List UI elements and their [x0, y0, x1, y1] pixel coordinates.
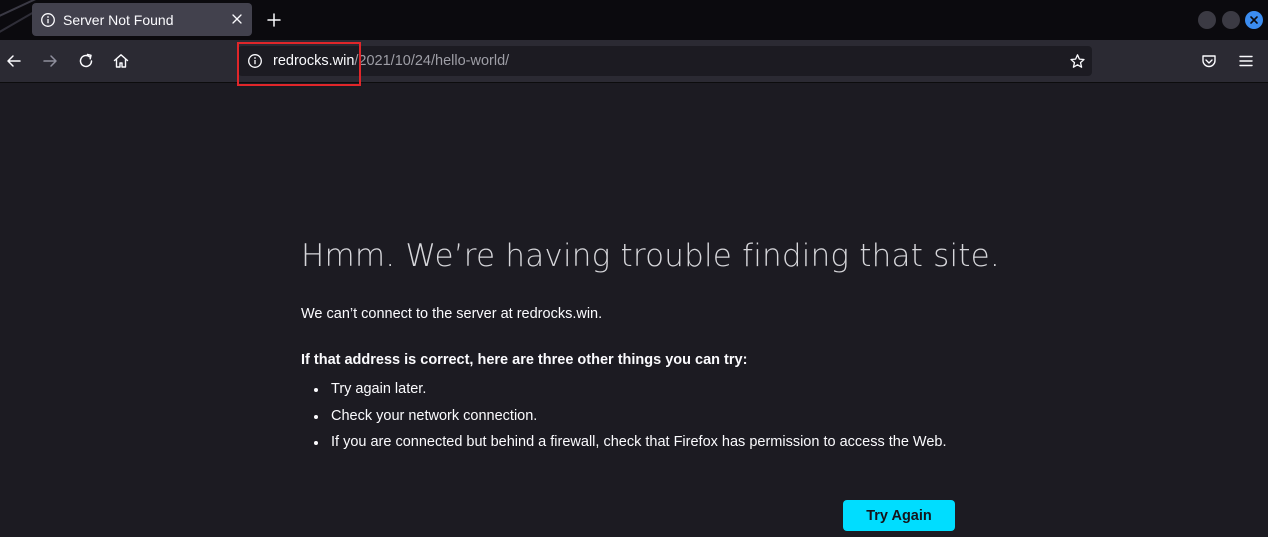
- hamburger-menu-icon[interactable]: [1237, 52, 1255, 70]
- arrow-left-icon[interactable]: [5, 52, 23, 70]
- page-title: Hmm. We’re having trouble finding that s…: [301, 238, 1000, 274]
- tab-title: Server Not Found: [63, 11, 174, 28]
- close-icon: [1250, 16, 1258, 24]
- window-close-button[interactable]: [1245, 11, 1263, 29]
- window-minimize-button[interactable]: [1198, 11, 1216, 29]
- arrow-right-icon[interactable]: [41, 52, 59, 70]
- error-page-content: Hmm. We’re having trouble finding that s…: [301, 238, 1001, 461]
- list-item: Check your network connection.: [314, 408, 1001, 435]
- active-tab[interactable]: Server Not Found: [32, 3, 252, 36]
- url-bar[interactable]: redrocks.win/2021/10/24/hello-world/: [238, 46, 1092, 76]
- try-again-button[interactable]: Try Again: [843, 500, 955, 531]
- plus-icon[interactable]: [265, 11, 283, 29]
- tab-strip: Server Not Found: [0, 0, 1268, 40]
- star-icon[interactable]: [1069, 53, 1086, 70]
- list-item: Try again later.: [314, 381, 1001, 408]
- list-item: If you are connected but behind a firewa…: [314, 434, 1001, 461]
- home-icon[interactable]: [112, 52, 130, 70]
- close-icon[interactable]: [230, 12, 244, 26]
- reload-icon[interactable]: [77, 52, 95, 70]
- error-description: We can’t connect to the server at redroc…: [301, 306, 603, 322]
- navigation-toolbar: redrocks.win/2021/10/24/hello-world/: [0, 40, 1268, 83]
- url-host: redrocks.win: [273, 53, 355, 69]
- url-path: /2021/10/24/hello-world/: [354, 53, 510, 69]
- info-icon[interactable]: [247, 53, 263, 69]
- suggestions-list: Try again later. Check your network conn…: [301, 381, 1001, 461]
- url-text[interactable]: redrocks.win/2021/10/24/hello-world/: [273, 53, 509, 69]
- suggestions-heading: If that address is correct, here are thr…: [301, 352, 748, 368]
- info-icon: [40, 12, 56, 28]
- pocket-icon[interactable]: [1200, 52, 1218, 70]
- window-maximize-button[interactable]: [1222, 11, 1240, 29]
